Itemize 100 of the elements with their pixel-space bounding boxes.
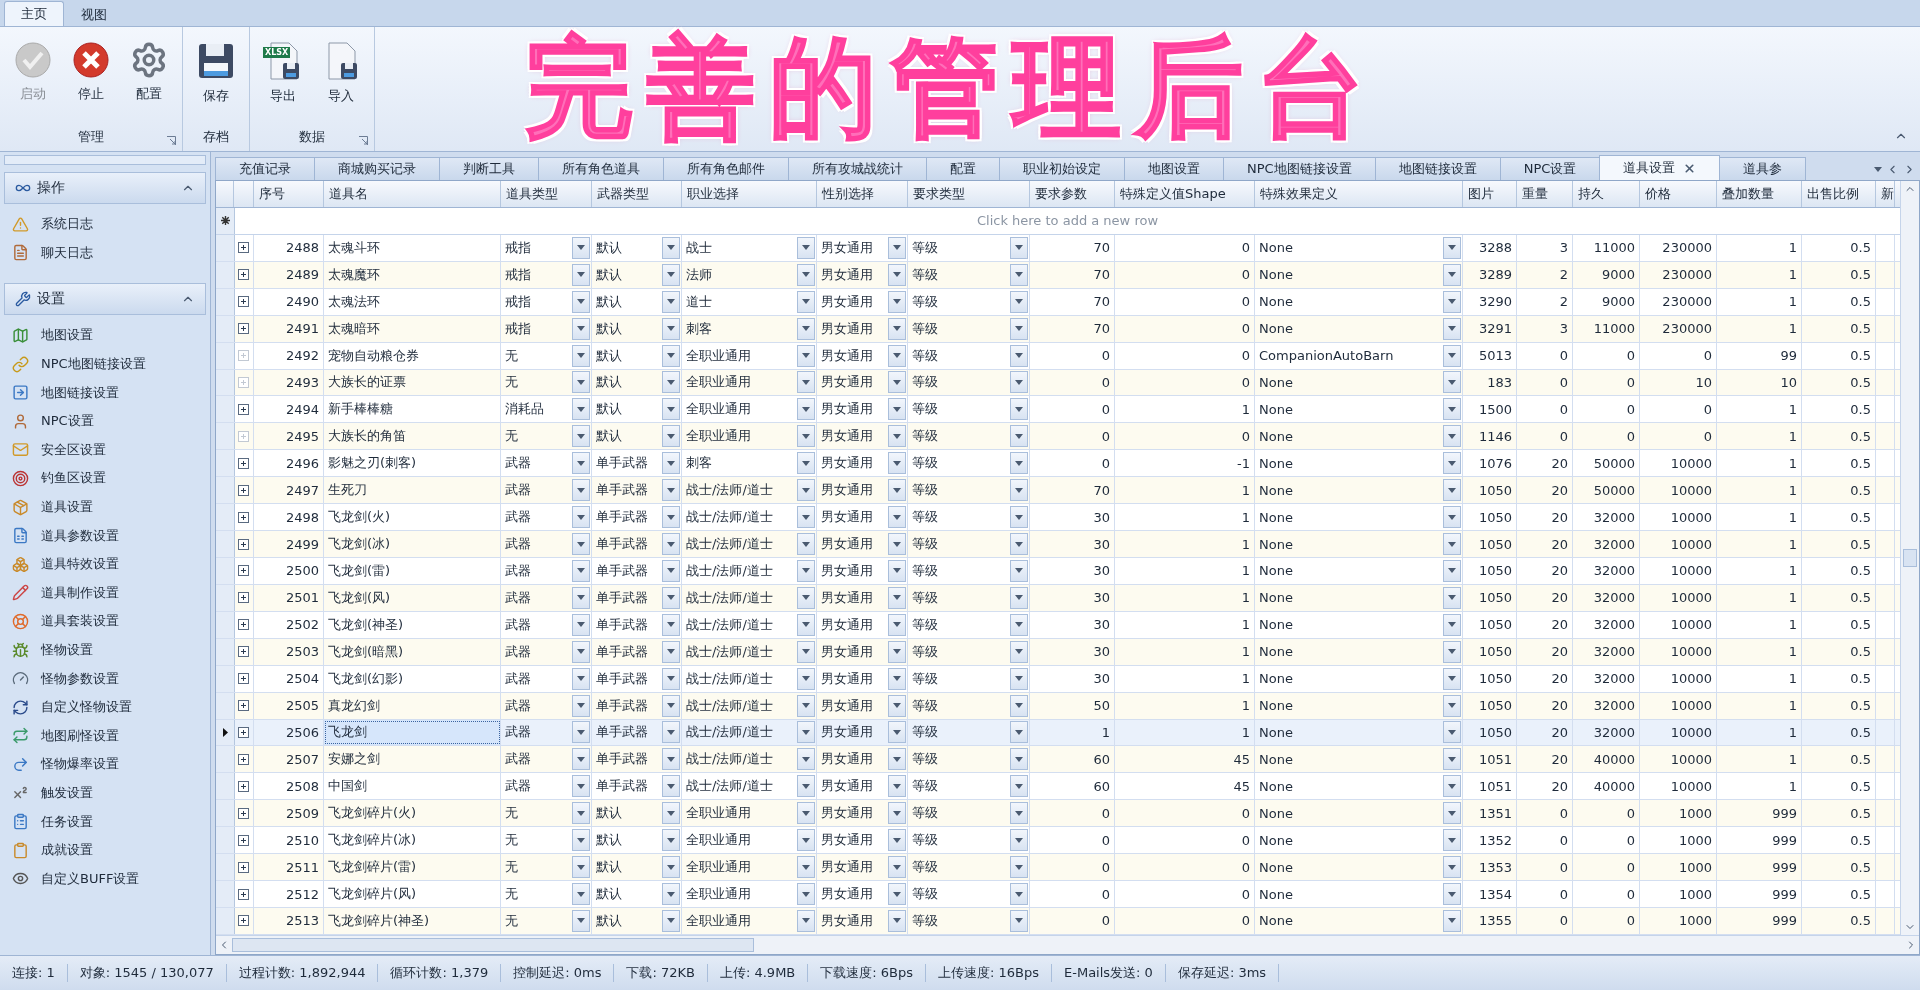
dropdown-button[interactable] (572, 559, 590, 582)
dropdown-value[interactable]: 男女通用 (821, 911, 873, 930)
table-row[interactable]: 2499 飞龙剑(冰) 武器 单手武器 战士/法师/道士 男女通用 等级 30 1 None 1050 20 32000 10000 1 0.5 (216, 531, 1900, 558)
dropdown-button[interactable] (1010, 452, 1028, 475)
table-row[interactable]: 2491 太魂暗环 戒指 默认 刺客 男女通用 等级 70 0 None 3291 3 11000 230000 1 0.5 (216, 315, 1900, 343)
dropdown-button[interactable] (662, 263, 680, 286)
dropdown-button[interactable] (1010, 667, 1028, 690)
dropdown-button[interactable] (1010, 613, 1028, 636)
dropdown-button[interactable] (797, 479, 815, 502)
dropdown-value[interactable]: 戒指 (505, 292, 531, 311)
dropdown-button[interactable] (662, 533, 680, 555)
sidebar-group-header[interactable]: 操作 (4, 172, 206, 204)
expand-icon[interactable] (238, 861, 249, 873)
dropdown-button[interactable] (1443, 236, 1461, 259)
dropdown-button[interactable] (797, 613, 815, 636)
dropdown-button[interactable] (662, 479, 680, 502)
table-row[interactable]: 2494 新手棒棒糖 消耗品 默认 全职业通用 男女通用 等级 0 1 None 1500 0 0 0 1 0.5 (216, 396, 1900, 424)
dropdown-value[interactable]: 刺客 (686, 319, 712, 338)
expand-icon[interactable] (238, 673, 249, 685)
expand-icon[interactable] (238, 242, 249, 254)
dropdown-value[interactable]: 男女通用 (821, 615, 873, 634)
dropdown-button[interactable] (797, 802, 815, 825)
dropdown-value[interactable]: None (1259, 240, 1293, 256)
dialog-launcher-icon[interactable] (167, 136, 176, 145)
scrollbar-thumb[interactable] (1903, 549, 1917, 567)
dropdown-button[interactable] (797, 425, 815, 448)
dropdown-value[interactable]: 男女通用 (821, 238, 873, 257)
dropdown-value[interactable]: 男女通用 (821, 642, 873, 661)
dropdown-button[interactable] (888, 775, 906, 798)
sidebar-item[interactable]: 地图设置 (0, 321, 210, 350)
dropdown-value[interactable]: 战士/法师/道士 (686, 696, 773, 715)
dropdown-button[interactable] (662, 721, 680, 744)
sidebar-item[interactable]: NPC地图链接设置 (0, 349, 210, 379)
dropdown-button[interactable] (797, 829, 815, 852)
dropdown-value[interactable]: 无 (505, 831, 518, 850)
document-tab[interactable]: 充值记录 (215, 157, 315, 180)
sidebar-item[interactable]: 成就设置 (0, 835, 210, 865)
dropdown-value[interactable]: 全职业通用 (686, 911, 751, 930)
table-row[interactable]: 2513 飞龙剑碎片(神圣) 无 默认 全职业通用 男女通用 等级 0 0 None 1355 0 0 1000 999 0.5 (216, 907, 1900, 935)
dropdown-value[interactable]: 无 (505, 373, 518, 392)
dropdown-button[interactable] (662, 506, 680, 529)
column-header[interactable]: 性别选择 (817, 181, 908, 207)
dropdown-value[interactable]: 男女通用 (821, 588, 873, 607)
dropdown-button[interactable] (797, 559, 815, 582)
dropdown-value[interactable]: 男女通用 (821, 777, 873, 796)
document-tab[interactable]: 所有角色道具 (538, 157, 664, 180)
dropdown-value[interactable]: 道士 (686, 292, 712, 311)
dropdown-value[interactable]: 男女通用 (821, 831, 873, 850)
dropdown-button[interactable] (1443, 371, 1461, 394)
dropdown-value[interactable]: 等级 (912, 858, 938, 877)
sidebar-item[interactable]: 道具套装设置 (0, 607, 210, 636)
dropdown-value[interactable]: 男女通用 (821, 400, 873, 419)
column-header[interactable]: 持久 (1573, 181, 1640, 207)
table-row[interactable]: 2493 大族长的证票 无 默认 全职业通用 男女通用 等级 0 0 None 183 0 0 10 10 0.5 (216, 369, 1900, 397)
dropdown-button[interactable] (797, 263, 815, 286)
ribbon-tab[interactable]: 主页 (4, 1, 64, 26)
dropdown-button[interactable] (572, 802, 590, 825)
dropdown-value[interactable]: 单手武器 (596, 669, 648, 688)
expand-icon[interactable] (238, 807, 249, 819)
table-row[interactable]: 2501 飞龙剑(风) 武器 单手武器 战士/法师/道士 男女通用 等级 30 1 None 1050 20 32000 10000 1 0.5 (216, 584, 1900, 612)
dropdown-button[interactable] (662, 425, 680, 448)
dropdown-value[interactable]: 等级 (912, 508, 938, 527)
dropdown-value[interactable]: 单手武器 (596, 615, 648, 634)
dropdown-value[interactable]: 默认 (596, 238, 622, 257)
dropdown-button[interactable] (797, 883, 815, 905)
dropdown-button[interactable] (662, 371, 680, 394)
column-header[interactable]: 道具类型 (501, 181, 592, 207)
sidebar-item[interactable]: 自定义BUFF设置 (0, 864, 210, 894)
dropdown-button[interactable] (1443, 721, 1461, 744)
dropdown-button[interactable] (1010, 425, 1028, 448)
dropdown-value[interactable]: 默认 (596, 831, 622, 850)
dropdown-button[interactable] (797, 775, 815, 798)
dropdown-value[interactable]: 戒指 (505, 319, 531, 338)
dropdown-value[interactable]: 等级 (912, 535, 938, 553)
table-row[interactable]: 2503 飞龙剑(暗黑) 武器 单手武器 战士/法师/道士 男女通用 等级 30 1 None 1050 20 32000 10000 1 0.5 (216, 638, 1900, 666)
dropdown-button[interactable] (888, 263, 906, 286)
document-tab[interactable]: 地图链接设置 (1374, 157, 1501, 180)
expand-icon[interactable] (238, 296, 249, 308)
dropdown-value[interactable]: None (1259, 321, 1293, 337)
dropdown-button[interactable] (797, 856, 815, 879)
dropdown-button[interactable] (888, 586, 906, 609)
dropdown-button[interactable] (1443, 290, 1461, 313)
sidebar-item[interactable]: 怪物设置 (0, 635, 210, 665)
dropdown-button[interactable] (572, 506, 590, 529)
dropdown-button[interactable] (1010, 371, 1028, 394)
dropdown-button[interactable] (1010, 290, 1028, 313)
dropdown-button[interactable] (1443, 586, 1461, 609)
expand-icon[interactable] (238, 834, 249, 846)
table-row[interactable]: 2505 真龙幻剑 武器 单手武器 战士/法师/道士 男女通用 等级 50 1 None 1050 20 32000 10000 1 0.5 (216, 692, 1900, 720)
dropdown-value[interactable]: 武器 (505, 535, 531, 553)
document-tab[interactable]: 配置 (926, 157, 1000, 180)
dropdown-button[interactable] (1010, 263, 1028, 286)
dropdown-button[interactable] (572, 398, 590, 421)
document-tab[interactable]: 所有角色邮件 (663, 157, 789, 180)
dropdown-value[interactable]: None (1259, 832, 1293, 848)
column-header[interactable]: 要求参数 (1030, 181, 1115, 207)
dropdown-button[interactable] (888, 802, 906, 825)
sidebar-item[interactable]: 任务设置 (0, 807, 210, 836)
dropdown-value[interactable]: 全职业通用 (686, 858, 751, 877)
dropdown-button[interactable] (797, 694, 815, 717)
